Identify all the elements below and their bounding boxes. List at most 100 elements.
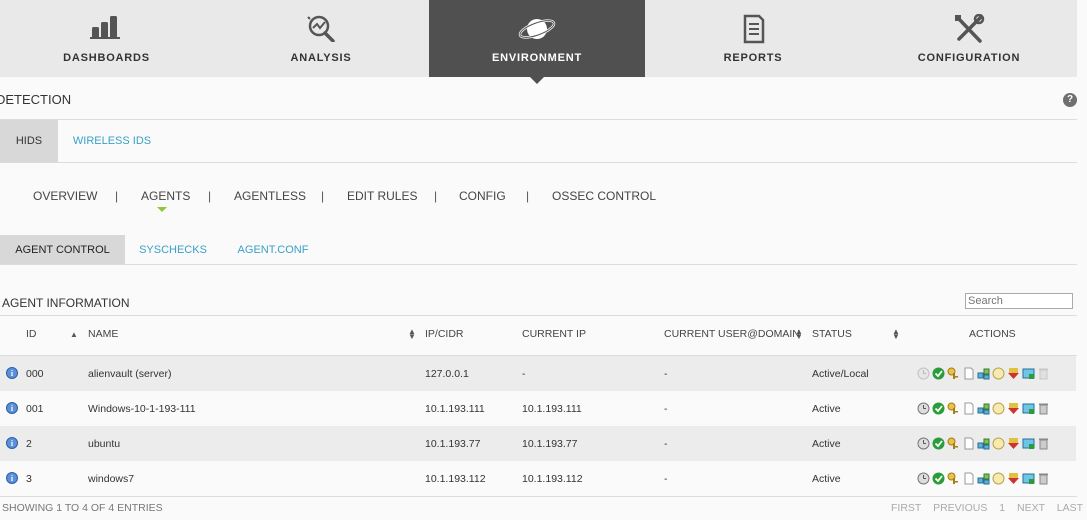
download-icon[interactable]	[1007, 437, 1020, 450]
status-circle-icon[interactable]	[992, 402, 1005, 415]
tab-reports[interactable]: REPORTS	[645, 0, 861, 77]
check-icon[interactable]	[932, 402, 945, 415]
menu-item-config[interactable]: CONFIG	[459, 189, 506, 203]
agent-name: alienvault (server)	[88, 368, 172, 380]
restart-icon[interactable]	[917, 472, 930, 485]
search-input[interactable]	[965, 293, 1073, 309]
column-header-status[interactable]: STATUS	[812, 328, 852, 340]
restart-icon[interactable]	[917, 402, 930, 415]
table-row[interactable]: i 2 ubuntu 10.1.193.77 10.1.193.77 - Active	[0, 426, 1076, 461]
column-header-name[interactable]: NAME	[88, 328, 118, 340]
sort-icon[interactable]: ▲ ▼	[892, 328, 900, 341]
menu-item-ossec-control[interactable]: OSSEC CONTROL	[552, 189, 656, 203]
network-icon[interactable]	[977, 472, 990, 485]
restart-icon[interactable]	[917, 437, 930, 450]
file-icon[interactable]	[962, 402, 975, 415]
status-circle-icon[interactable]	[992, 472, 1005, 485]
help-icon[interactable]: ?	[1063, 93, 1077, 107]
agent-ip: 10.1.193.77	[425, 438, 481, 450]
section-title: AGENT INFORMATION	[2, 296, 130, 310]
info-icon[interactable]: i	[6, 472, 18, 484]
tab-configuration[interactable]: CONFIGURATION	[861, 0, 1077, 77]
table-row[interactable]: i 000 alienvault (server) 127.0.0.1 - - Active…	[0, 356, 1076, 391]
restart-icon[interactable]	[917, 367, 930, 380]
agent-name: windows7	[88, 473, 135, 485]
tab-agent-control[interactable]: AGENT CONTROL	[0, 235, 125, 265]
sort-icon[interactable]: ▲ ▼	[408, 328, 416, 341]
row-actions	[917, 472, 1050, 485]
column-header-user[interactable]: CURRENT USER@DOMAIN	[664, 328, 800, 340]
screen-icon[interactable]	[1022, 437, 1035, 450]
subtab-hids[interactable]: HIDS	[0, 120, 58, 162]
download-icon[interactable]	[1007, 402, 1020, 415]
status-circle-icon[interactable]	[992, 367, 1005, 380]
magnifier-chart-icon	[307, 15, 335, 42]
pager-last[interactable]: LAST	[1057, 502, 1083, 514]
delete-icon[interactable]	[1037, 437, 1050, 450]
agent-name: ubuntu	[88, 438, 121, 450]
tab-environment[interactable]: ENVIRONMENT	[429, 0, 645, 77]
sort-asc-icon[interactable]: ▲	[70, 331, 78, 339]
tab-dashboards[interactable]: DASHBOARDS	[0, 0, 213, 77]
active-menu-indicator	[157, 207, 167, 212]
agent-current-ip: -	[522, 368, 526, 380]
file-icon[interactable]	[962, 437, 975, 450]
delete-icon[interactable]	[1037, 402, 1050, 415]
row-actions	[917, 437, 1050, 450]
sort-icon[interactable]: ▲ ▼	[795, 328, 803, 341]
column-header-ip[interactable]: IP/CIDR	[425, 328, 464, 340]
key-icon[interactable]	[947, 437, 960, 450]
pager-first[interactable]: FIRST	[891, 502, 921, 514]
agent-status: Active	[812, 403, 841, 415]
menu-item-agents[interactable]: AGENTS	[141, 189, 190, 203]
info-icon[interactable]: i	[6, 367, 18, 379]
status-circle-icon[interactable]	[992, 437, 1005, 450]
screen-icon[interactable]	[1022, 402, 1035, 415]
column-header-current-ip[interactable]: CURRENT IP	[522, 328, 586, 340]
network-icon[interactable]	[977, 437, 990, 450]
file-icon[interactable]	[962, 472, 975, 485]
agent-id: 001	[26, 403, 44, 415]
menu-item-edit-rules[interactable]: EDIT RULES	[347, 189, 417, 203]
agent-status: Active	[812, 473, 841, 485]
delete-icon[interactable]	[1037, 367, 1050, 380]
subtab-wireless-ids[interactable]: WIRELESS IDS	[70, 120, 154, 162]
check-icon[interactable]	[932, 472, 945, 485]
key-icon[interactable]	[947, 367, 960, 380]
download-icon[interactable]	[1007, 472, 1020, 485]
key-icon[interactable]	[947, 402, 960, 415]
tab-analysis[interactable]: ANALYSIS	[213, 0, 429, 77]
network-icon[interactable]	[977, 402, 990, 415]
screen-icon[interactable]	[1022, 472, 1035, 485]
tab-agent-conf[interactable]: AGENT.CONF	[228, 235, 318, 265]
info-icon[interactable]: i	[6, 437, 18, 449]
agent-ip: 127.0.0.1	[425, 368, 469, 380]
check-icon[interactable]	[932, 367, 945, 380]
key-icon[interactable]	[947, 472, 960, 485]
menu-item-agentless[interactable]: AGENTLESS	[234, 189, 306, 203]
menu-separator: |	[434, 189, 438, 203]
menu-item-overview[interactable]: OVERVIEW	[33, 189, 97, 203]
column-header-id[interactable]: ID	[26, 328, 37, 340]
check-icon[interactable]	[932, 437, 945, 450]
tab-label: REPORTS	[723, 52, 783, 64]
divider	[0, 496, 1077, 497]
table-row[interactable]: i 3 windows7 10.1.193.112 10.1.193.112 - Activ…	[0, 461, 1076, 496]
divider	[0, 162, 1077, 163]
pager-next[interactable]: NEXT	[1017, 502, 1045, 514]
tab-syschecks[interactable]: SYSCHECKS	[133, 235, 213, 265]
download-icon[interactable]	[1007, 367, 1020, 380]
table-row[interactable]: i 001 Windows-10-1-193-111 10.1.193.111 10.1…	[0, 391, 1076, 426]
info-icon[interactable]: i	[6, 402, 18, 414]
row-actions	[917, 367, 1050, 380]
agent-current-ip: 10.1.193.112	[522, 473, 583, 485]
tab-label: DASHBOARDS	[63, 52, 150, 64]
column-header-actions: ACTIONS	[969, 328, 1016, 340]
agent-status: Active	[812, 438, 841, 450]
pager-page[interactable]: 1	[999, 502, 1005, 514]
network-icon[interactable]	[977, 367, 990, 380]
screen-icon[interactable]	[1022, 367, 1035, 380]
pager-previous[interactable]: PREVIOUS	[933, 502, 987, 514]
file-icon[interactable]	[962, 367, 975, 380]
delete-icon[interactable]	[1037, 472, 1050, 485]
